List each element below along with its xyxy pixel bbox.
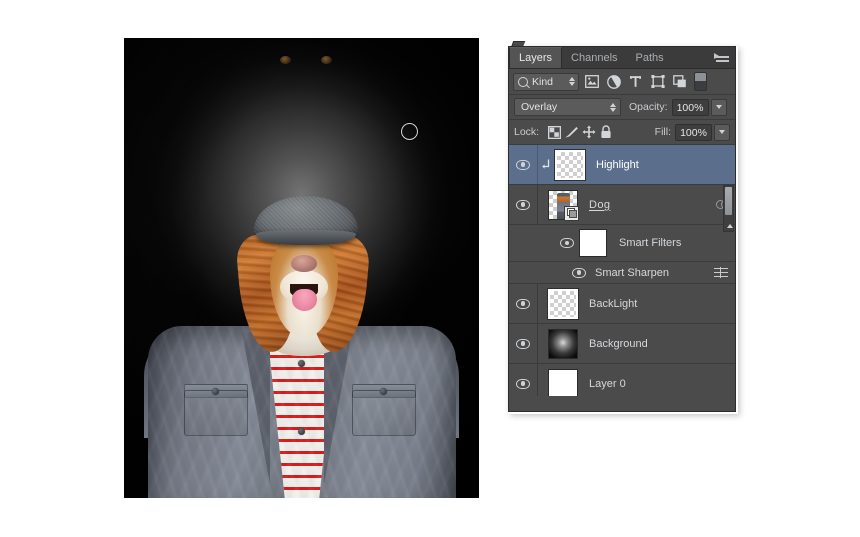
eye-icon <box>516 199 530 210</box>
opacity-input[interactable]: 100% <box>671 98 709 116</box>
layer-visibility-toggle[interactable] <box>509 364 538 396</box>
filter-kind-select[interactable]: Kind <box>513 72 579 91</box>
smart-object-filter-icon[interactable] <box>670 72 689 91</box>
jacket-button-left <box>212 388 219 395</box>
layer-visibility-toggle[interactable] <box>509 185 538 224</box>
layer-filter-row: Kind <box>509 69 735 95</box>
lock-all-icon[interactable] <box>597 124 614 141</box>
smart-sharpen-visibility-toggle[interactable] <box>569 267 589 278</box>
layer-row-background[interactable]: Background <box>509 324 735 364</box>
lock-position-icon[interactable] <box>580 124 597 141</box>
layer-row-highlight[interactable]: Highlight <box>509 145 735 185</box>
fill-dropdown-button[interactable] <box>714 123 730 141</box>
fill-label: Fill: <box>654 126 671 138</box>
layer-list[interactable]: Highlight Dog Smart Filters Smart Sharpe… <box>509 145 735 396</box>
tab-layers[interactable]: Layers <box>509 47 563 68</box>
eye-icon <box>516 298 530 309</box>
scrollbar-thumb[interactable] <box>725 187 732 215</box>
fill-input[interactable]: 100% <box>675 123 712 141</box>
eye-icon <box>516 378 530 389</box>
jacket-pocket-left <box>184 390 248 436</box>
composite-figure <box>124 38 479 498</box>
tab-paths[interactable]: Paths <box>626 48 673 68</box>
layer-row-layer-0[interactable]: Layer 0 <box>509 364 735 396</box>
dog-nose <box>291 255 317 272</box>
scroll-down-icon[interactable] <box>726 224 733 228</box>
jacket-button-center-bottom <box>298 428 305 435</box>
pixel-layer-filter-icon[interactable] <box>582 72 601 91</box>
layer-visibility-toggle[interactable] <box>509 324 538 363</box>
dog-head <box>124 38 479 368</box>
flat-cap-brim <box>256 230 356 245</box>
filter-enable-toggle[interactable] <box>694 72 707 91</box>
layer-row-backlight[interactable]: BackLight <box>509 284 735 324</box>
smart-filters-label: Smart Filters <box>619 237 682 249</box>
blend-mode-value: Overlay <box>521 101 558 113</box>
filter-settings-icon[interactable] <box>714 266 728 279</box>
chevron-updown-icon <box>610 102 616 112</box>
dog-eye-right <box>321 56 332 64</box>
eye-icon <box>560 238 574 248</box>
layer-name: Layer 0 <box>589 377 626 390</box>
chevron-updown-icon <box>569 77 575 86</box>
smart-filters-visibility-toggle[interactable] <box>557 238 577 248</box>
dog-tongue <box>292 289 317 311</box>
opacity-label: Opacity: <box>629 101 668 113</box>
layer-name: Background <box>589 337 648 350</box>
blend-mode-select[interactable]: Overlay <box>514 98 621 116</box>
layer-thumbnail[interactable] <box>547 287 579 320</box>
opacity-dropdown-button[interactable] <box>710 98 727 116</box>
lock-label: Lock: <box>514 126 540 138</box>
brush-cursor-icon <box>401 123 418 140</box>
smart-sharpen-label: Smart Sharpen <box>595 266 669 279</box>
clipping-mask-icon <box>538 159 553 170</box>
lock-transparent-pixels-icon[interactable] <box>546 124 563 141</box>
document-canvas[interactable] <box>124 38 479 498</box>
smart-object-badge-icon <box>564 205 579 221</box>
eye-icon <box>516 159 530 170</box>
layer-name: Highlight <box>596 158 639 171</box>
tab-channels[interactable]: Channels <box>562 48 627 68</box>
blend-mode-row: Overlay Opacity: 100% <box>509 95 735 120</box>
layer-list-scrollbar[interactable] <box>723 185 734 232</box>
layer-name: Dog <box>589 198 611 211</box>
shape-layer-filter-icon[interactable] <box>648 72 667 91</box>
panel-tab-strip: Layers Channels Paths <box>509 47 735 69</box>
lock-image-pixels-icon[interactable] <box>563 124 580 141</box>
layer-thumbnail[interactable] <box>548 189 579 221</box>
layer-thumbnail[interactable] <box>548 368 578 396</box>
layer-row-smart-filters[interactable]: Smart Filters <box>509 225 735 262</box>
adjustment-layer-filter-icon[interactable] <box>604 72 623 91</box>
layer-row-smart-sharpen[interactable]: Smart Sharpen <box>509 262 735 284</box>
jacket-button-right <box>380 388 387 395</box>
dog-eye-left <box>280 56 291 64</box>
lock-row: Lock: Fill: 100% <box>509 120 735 145</box>
layers-panel[interactable]: Layers Channels Paths Kind Overlay Opaci… <box>508 46 736 412</box>
layer-thumbnail[interactable] <box>554 148 586 181</box>
layer-visibility-toggle[interactable] <box>509 284 538 323</box>
panel-menu-icon[interactable] <box>714 52 729 63</box>
layer-thumbnail[interactable] <box>548 328 578 359</box>
filter-kind-label: Kind <box>532 75 554 88</box>
eye-icon <box>572 267 586 278</box>
layer-visibility-toggle[interactable] <box>509 145 538 184</box>
jacket-pocket-right <box>352 390 416 436</box>
layer-row-dog[interactable]: Dog <box>509 185 735 225</box>
type-layer-filter-icon[interactable] <box>626 72 645 91</box>
layer-name: BackLight <box>589 297 638 310</box>
eye-icon <box>516 338 530 349</box>
search-icon <box>518 76 528 87</box>
smart-filters-mask-thumbnail[interactable] <box>579 229 607 257</box>
